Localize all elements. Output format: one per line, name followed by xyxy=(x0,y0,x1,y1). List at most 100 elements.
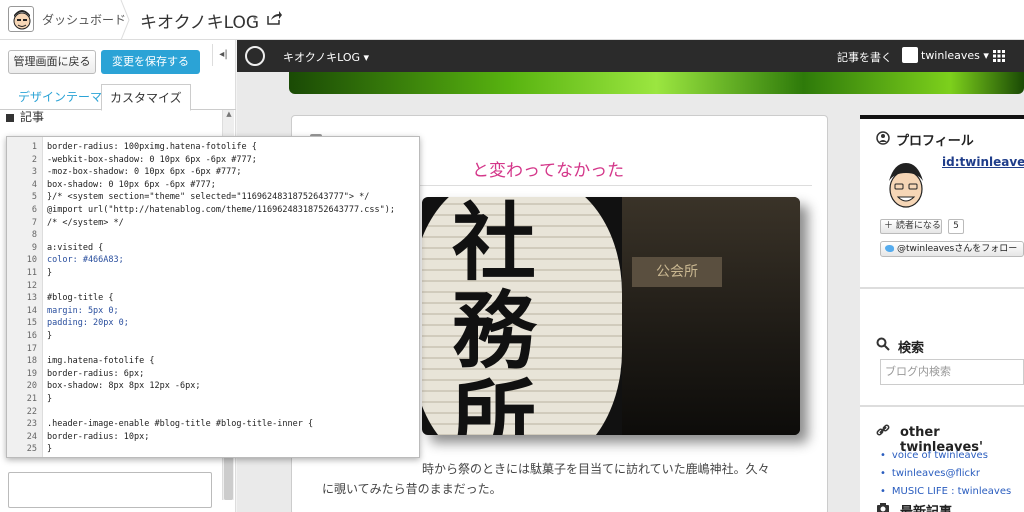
code-text: @import url("http://hatenablog.com/theme… xyxy=(47,205,395,215)
line-number: 14 xyxy=(26,305,37,316)
line-number: 9 xyxy=(31,242,37,253)
preview-blog-title[interactable]: キオクノキLOG ▾ xyxy=(283,49,369,65)
tab-bar: デザインテーマ カスタマイズ xyxy=(0,84,236,111)
line-number: 1 xyxy=(31,142,37,152)
line-number: 4 xyxy=(31,179,37,190)
lantern-glyph: 社 xyxy=(452,197,537,292)
code-text: } xyxy=(47,444,53,455)
line-number: 25 xyxy=(26,444,37,455)
entry-title[interactable]: と変わってなかった xyxy=(472,156,624,181)
line-number: 20 xyxy=(26,381,37,392)
hatena-logo-icon[interactable] xyxy=(245,46,265,66)
apps-grid-icon[interactable] xyxy=(993,50,1005,62)
top-bar: ダッシュボード キオクノキLOG ▾ xyxy=(0,0,1024,40)
code-text: border-radius: 10px; xyxy=(47,431,150,442)
code-text: border-radius: 100pximg.hatena-fotolife … xyxy=(47,142,257,152)
photo-background xyxy=(622,197,800,435)
entry-photo: 社 務 所 公会所 xyxy=(422,197,800,435)
user-avatar[interactable] xyxy=(8,6,34,32)
code-text: a:visited { xyxy=(47,242,104,253)
code-text: padding: 20px 0; xyxy=(47,318,129,329)
profile-title: プロフィール xyxy=(896,134,974,149)
sidebar: プロフィール id:twinleaves ＋ 読者になる 5 @twinleav… xyxy=(860,115,1024,512)
preview-user-menu[interactable]: twinleaves ▾ xyxy=(921,49,989,62)
profile-icon xyxy=(876,131,890,145)
line-number: 18 xyxy=(26,356,37,367)
line-number: 8 xyxy=(31,230,37,241)
links-list: voice of twinleaves twinleaves@flickr MU… xyxy=(880,447,1011,501)
line-number: 2 xyxy=(31,154,37,165)
save-changes-button[interactable]: 変更を保存する xyxy=(101,50,200,74)
scroll-up-icon[interactable]: ▲ xyxy=(223,110,235,122)
link-voice[interactable]: voice of twinleaves xyxy=(880,447,1011,465)
breadcrumb-separator xyxy=(120,0,130,40)
code-text: /* </system> */ xyxy=(47,217,124,228)
sidebar-divider xyxy=(860,405,1024,407)
twitter-icon xyxy=(885,245,894,252)
line-number: 12 xyxy=(26,280,37,291)
link-flickr[interactable]: twinleaves@flickr xyxy=(880,465,1011,483)
section-article-label: 記事 xyxy=(20,110,45,124)
back-to-admin-button[interactable]: 管理画面に戻る xyxy=(8,50,96,74)
css-code-editor[interactable]: 1 border-radius: 100pximg.hatena-fotolife… xyxy=(6,136,420,458)
profile-id-link[interactable]: id:twinleaves xyxy=(942,155,1024,169)
profile-module: プロフィール id:twinleaves ＋ 読者になる 5 @twinleav… xyxy=(860,119,1024,269)
share-icon[interactable] xyxy=(266,10,282,26)
collapse-pane-icon[interactable]: ◂| xyxy=(212,44,234,66)
search-icon xyxy=(876,337,890,351)
code-text: #blog-title { xyxy=(47,293,114,304)
line-number: 6 xyxy=(31,205,37,215)
camera-icon xyxy=(877,503,889,512)
line-number: 15 xyxy=(26,318,37,329)
subscribe-label: 読者になる xyxy=(895,221,941,231)
line-number: 24 xyxy=(26,431,37,442)
search-title: 検索 xyxy=(898,341,925,356)
line-number: 7 xyxy=(31,217,37,228)
code-text: } xyxy=(47,268,53,278)
section-collapse-icon xyxy=(6,113,14,122)
code-text: }/* <system section="theme" selected="11… xyxy=(47,192,370,203)
line-number: 11 xyxy=(26,268,37,278)
line-number: 19 xyxy=(26,368,37,379)
lantern-glyph: 務 xyxy=(452,281,537,380)
code-text: } xyxy=(47,331,53,341)
line-number: 17 xyxy=(26,343,37,354)
code-text: .header-image-enable #blog-title #blog-t… xyxy=(47,419,314,430)
code-text: color: #466A83; xyxy=(47,255,124,266)
blog-name[interactable]: キオクノキLOG xyxy=(140,8,259,33)
code-text: box-shadow: 0 10px 6px -6px #777; xyxy=(47,179,216,190)
subscribe-button[interactable]: ＋ 読者になる xyxy=(880,219,942,234)
preview-user-avatar[interactable] xyxy=(902,47,918,63)
twitter-follow-button[interactable]: @twinleavesさんをフォロー xyxy=(880,241,1024,257)
code-text: img.hatena-fotolife { xyxy=(47,356,155,367)
code-text: margin: 5px 0; xyxy=(47,305,119,316)
photo-sign: 公会所 xyxy=(632,257,722,287)
line-number: 5 xyxy=(31,192,37,203)
blog-search-input[interactable]: ブログ内検索 xyxy=(880,359,1024,385)
dashboard-link[interactable]: ダッシュボード xyxy=(42,11,126,28)
tab-customize[interactable]: カスタマイズ xyxy=(101,84,191,111)
line-number: 22 xyxy=(26,406,37,417)
link-music-life[interactable]: MUSIC LIFE : twinleaves xyxy=(880,483,1011,501)
chevron-down-icon[interactable]: ▾ xyxy=(253,14,257,23)
css-textarea-secondary[interactable] xyxy=(8,472,212,508)
section-article[interactable]: 記事 xyxy=(6,108,220,126)
tab-design-theme[interactable]: デザインテーマ xyxy=(10,84,110,110)
line-number: 21 xyxy=(26,394,37,404)
preview-navbar: キオクノキLOG ▾ 記事を書く twinleaves ▾ xyxy=(237,40,1024,72)
code-text: box-shadow: 8px 8px 12px -6px; xyxy=(47,381,201,392)
line-number: 23 xyxy=(26,419,37,430)
subscriber-count: 5 xyxy=(948,219,964,234)
line-number: 13 xyxy=(26,293,37,304)
recent-posts-title: 最新記事 xyxy=(900,501,952,512)
entry-body-line: 時から祭のときには駄菓子を目当てに訪れていた鹿嶋神社。久々 xyxy=(422,462,770,476)
line-number: 16 xyxy=(26,331,37,341)
code-text: -webkit-box-shadow: 0 10px 6px -6px #777… xyxy=(47,154,257,165)
lantern-glyph: 所 xyxy=(452,369,537,436)
code-text: } xyxy=(47,394,53,404)
code-text: -moz-box-shadow: 0 10px 6px -6px #777; xyxy=(47,167,242,178)
write-article-link[interactable]: 記事を書く xyxy=(837,49,892,65)
line-number: 10 xyxy=(26,255,37,266)
profile-avatar[interactable] xyxy=(884,159,928,211)
header-banner-image xyxy=(289,72,1024,94)
